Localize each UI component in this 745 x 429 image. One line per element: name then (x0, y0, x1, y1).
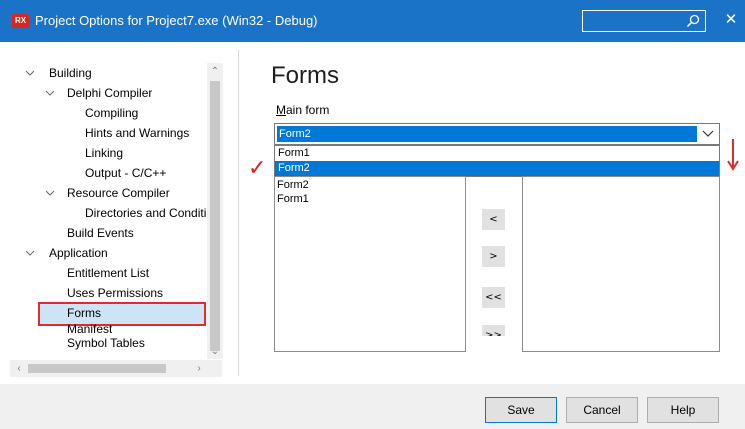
chevron-down-icon (25, 70, 35, 76)
chevron-down-icon[interactable]: ⌄ (208, 345, 222, 359)
move-left-button[interactable]: < (482, 209, 505, 230)
close-icon[interactable]: ✕ (722, 10, 740, 30)
main-form-label-accelerator: M (276, 103, 286, 117)
tree-vertical-scroll-thumb[interactable] (210, 81, 220, 351)
tree-item-build-events[interactable]: Build Events (67, 224, 134, 242)
title-bar: RX Project Options for Project7.exe (Win… (0, 0, 745, 42)
chevron-right-icon[interactable]: › (192, 362, 206, 376)
chevron-down-icon (25, 250, 35, 256)
forms-highlight-box (38, 302, 206, 326)
tree-item-linking[interactable]: Linking (85, 144, 123, 162)
chevron-down-icon[interactable] (697, 124, 719, 144)
save-button[interactable]: Save (485, 397, 557, 423)
search-icon (686, 14, 700, 28)
main-form-label-text: ain form (286, 103, 330, 117)
chevron-down-icon (45, 90, 55, 96)
pane-divider (238, 50, 239, 376)
tree-item-manifest[interactable]: Manifest (67, 322, 112, 336)
move-right-button[interactable]: > (482, 246, 505, 267)
cancel-button[interactable]: Cancel (566, 397, 638, 423)
tree-item-directories[interactable]: Directories and Conditionals (85, 204, 206, 222)
app-icon: RX (12, 14, 29, 28)
chevron-down-icon (45, 190, 55, 196)
available-forms-list[interactable] (522, 176, 720, 352)
tree-item-application[interactable]: Application (49, 244, 108, 262)
tree-horizontal-scroll-thumb[interactable] (28, 364, 166, 373)
move-all-right-button[interactable]: >> (482, 325, 505, 336)
title-search-box[interactable] (582, 10, 706, 32)
page-title: Forms (271, 62, 339, 89)
move-all-right-clip: >> (482, 325, 505, 336)
main-form-value: Form2 (277, 126, 697, 142)
dropdown-option-highlighted[interactable]: Form2 (275, 161, 719, 176)
tree-vertical-scrollbar[interactable]: ⌃ ⌄ (207, 63, 223, 359)
auto-create-forms-list[interactable]: Form2 Form1 (274, 176, 466, 352)
list-item[interactable]: Form1 (277, 192, 309, 206)
main-form-dropdown-list: Form1 Form2 (274, 145, 720, 177)
tree-item-symbol-tables[interactable]: Symbol Tables (67, 336, 145, 350)
tree-item-forms[interactable]: Forms (67, 304, 101, 322)
check-mark-annotation: ✓ (248, 156, 267, 181)
tree-item-delphi-compiler[interactable]: Delphi Compiler (67, 84, 152, 102)
dropdown-option[interactable]: Form1 (275, 146, 719, 161)
tree-item-resource-compiler[interactable]: Resource Compiler (67, 184, 170, 202)
main-form-combobox[interactable]: Form2 (274, 123, 720, 145)
move-all-left-button[interactable]: << (482, 287, 505, 308)
tree-item-compiling[interactable]: Compiling (85, 104, 138, 122)
tree-item-uses-permissions[interactable]: Uses Permissions (67, 284, 163, 302)
tree-item-output[interactable]: Output - C/C++ (85, 164, 166, 182)
window-title: Project Options for Project7.exe (Win32 … (35, 13, 318, 28)
tree-horizontal-scrollbar[interactable]: ‹ › (10, 360, 222, 377)
main-form-label: Main form (276, 103, 329, 117)
help-button[interactable]: Help (647, 397, 719, 423)
tree-item-hints-warnings[interactable]: Hints and Warnings (85, 124, 189, 142)
tree-item-building[interactable]: Building (49, 64, 92, 82)
arrow-down-icon (727, 139, 739, 171)
tree-item-entitlement-list[interactable]: Entitlement List (67, 264, 149, 282)
chevron-left-icon[interactable]: ‹ (12, 362, 26, 376)
chevron-up-icon[interactable]: ⌃ (208, 65, 222, 79)
list-item[interactable]: Form2 (277, 178, 309, 192)
